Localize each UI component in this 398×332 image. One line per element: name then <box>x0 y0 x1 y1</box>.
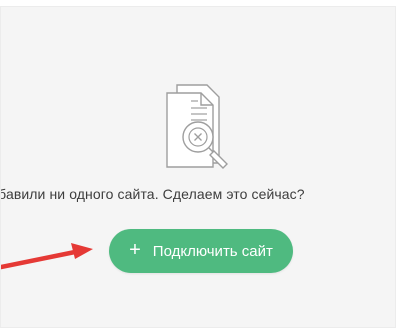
plus-icon: + <box>129 239 141 261</box>
empty-state-message: Вы ещё не добавили ни одного сайта. Сдел… <box>1 186 305 202</box>
add-site-button[interactable]: + Подключить сайт <box>109 229 293 273</box>
add-site-button-label: Подключить сайт <box>152 242 273 260</box>
empty-state-panel: Вы ещё не добавили ни одного сайта. Сдел… <box>0 6 396 328</box>
document-search-cancel-icon <box>166 84 228 169</box>
red-arrow-icon <box>1 243 93 270</box>
